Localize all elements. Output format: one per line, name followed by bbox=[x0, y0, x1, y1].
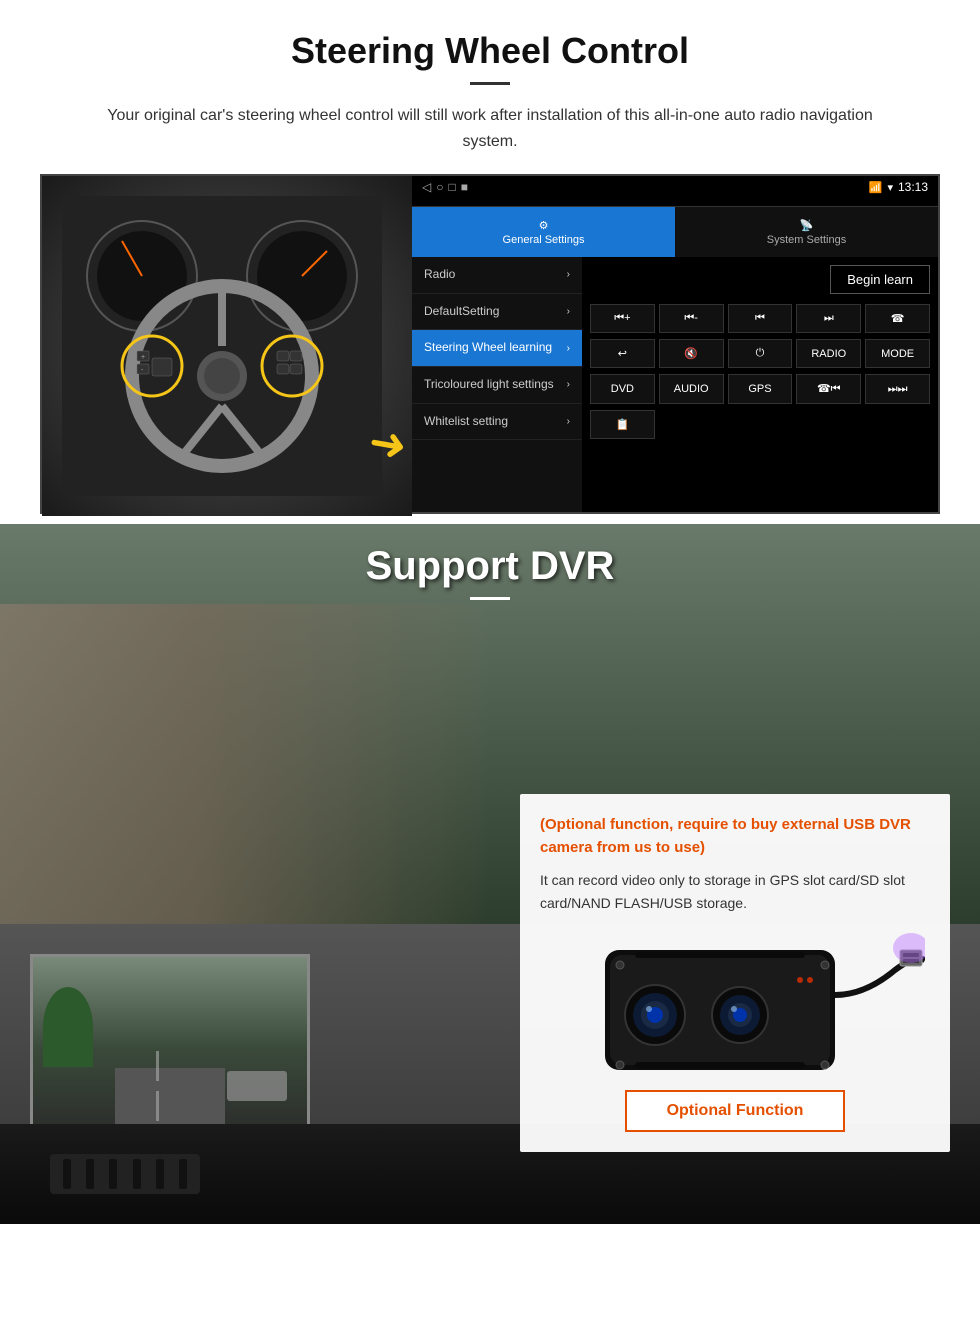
ctrl-vol-up[interactable]: ⏮+ bbox=[590, 304, 655, 333]
android-settings-ui: ◁ ○ □ ■ 📶 ▾ 13:13 ⚙ General Settings 📡 bbox=[412, 176, 938, 512]
dvr-section: Support DVR bbox=[0, 524, 980, 1324]
ctrl-call[interactable]: ☎ bbox=[865, 304, 930, 333]
steering-photo-background: + - ➜ bbox=[42, 176, 412, 516]
vent-slot-1 bbox=[63, 1159, 71, 1189]
menu-steering-label: Steering Wheel learning bbox=[424, 340, 552, 356]
ctrl-vol-down[interactable]: ⏮- bbox=[659, 304, 724, 333]
control-grid-row2: ↩ 🔇 ⏻ RADIO MODE bbox=[590, 339, 930, 368]
chevron-right-icon-4: › bbox=[567, 378, 570, 391]
vent-slot-2 bbox=[86, 1159, 94, 1189]
svg-text:+: + bbox=[141, 354, 145, 361]
android-nav-bar bbox=[412, 198, 938, 207]
ctrl-dvd[interactable]: DVD bbox=[590, 374, 655, 404]
menu-item-radio[interactable]: Radio › bbox=[412, 257, 582, 294]
steering-controls-panel: Begin learn ⏮+ ⏮- ⏮ ⏭ ☎ ↩ 🔇 ⏻ bbox=[582, 257, 938, 512]
time-display: 13:13 bbox=[898, 180, 928, 194]
page-title: Steering Wheel Control bbox=[40, 30, 940, 72]
dvr-background: Support DVR bbox=[0, 524, 980, 1224]
menu-item-tricoloured[interactable]: Tricoloured light settings › bbox=[412, 367, 582, 404]
system-icon: 📡 bbox=[800, 219, 814, 232]
chevron-right-icon-3: › bbox=[567, 342, 570, 355]
nav-back-icon: ◁ bbox=[422, 180, 431, 194]
ctrl-power[interactable]: ⏻ bbox=[728, 339, 793, 368]
dashboard-vent bbox=[50, 1154, 200, 1194]
ctrl-hangup[interactable]: ↩ bbox=[590, 339, 655, 368]
dvr-title-divider bbox=[470, 597, 510, 600]
control-grid-row3: DVD AUDIO GPS ☎⏮ ⏭⏭ bbox=[590, 374, 930, 404]
menu-item-steering-wheel-learning[interactable]: Steering Wheel learning › bbox=[412, 330, 582, 367]
ctrl-mode[interactable]: MODE bbox=[865, 339, 930, 368]
vent-slot-6 bbox=[179, 1159, 187, 1189]
steering-section: Steering Wheel Control Your original car… bbox=[0, 0, 980, 514]
menu-radio-label: Radio bbox=[424, 267, 455, 283]
dvr-camera-area bbox=[540, 930, 930, 1080]
menu-item-whitelist[interactable]: Whitelist setting › bbox=[412, 404, 582, 441]
ctrl-prev[interactable]: ⏮ bbox=[728, 304, 793, 333]
nav-recents-icon: □ bbox=[448, 180, 455, 194]
settings-tabs: ⚙ General Settings 📡 System Settings bbox=[412, 207, 938, 257]
nav-home-icon: ○ bbox=[436, 180, 443, 194]
vent-slot-3 bbox=[109, 1159, 117, 1189]
ctrl-radio[interactable]: RADIO bbox=[796, 339, 861, 368]
dvr-cars-element bbox=[227, 1071, 287, 1101]
dvr-camera-svg bbox=[545, 930, 925, 1080]
menu-whitelist-label: Whitelist setting bbox=[424, 414, 508, 430]
tab-system-settings[interactable]: 📡 System Settings bbox=[675, 207, 938, 257]
menu-tricoloured-label: Tricoloured light settings bbox=[424, 377, 554, 393]
road-marking bbox=[156, 1051, 159, 1081]
vent-slot-4 bbox=[133, 1159, 141, 1189]
chevron-right-icon-2: › bbox=[567, 305, 570, 318]
road-marking-2 bbox=[156, 1091, 159, 1121]
menu-item-defaultsetting[interactable]: DefaultSetting › bbox=[412, 294, 582, 331]
nav-menu-icon: ■ bbox=[461, 180, 468, 194]
ctrl-call-prev[interactable]: ☎⏮ bbox=[796, 374, 861, 404]
steering-wheel-svg: + - bbox=[62, 196, 382, 496]
dvr-optional-notice: (Optional function, require to buy exter… bbox=[540, 814, 930, 859]
steering-wheel-image: + - ➜ bbox=[42, 176, 412, 516]
tab-general-settings[interactable]: ⚙ General Settings bbox=[412, 207, 675, 257]
menu-list: Radio › DefaultSetting › Steering Wheel … bbox=[412, 257, 938, 512]
control-grid-row1: ⏮+ ⏮- ⏮ ⏭ ☎ bbox=[590, 304, 930, 333]
android-mockup: + - ➜ ◁ ○ □ bbox=[40, 174, 940, 514]
optional-function-button[interactable]: Optional Function bbox=[625, 1090, 845, 1132]
control-grid-row4: 📋 bbox=[590, 410, 930, 439]
settings-menu-left: Radio › DefaultSetting › Steering Wheel … bbox=[412, 257, 582, 512]
dvr-section-title: Support DVR bbox=[0, 544, 980, 589]
yellow-arrow-icon: ➜ bbox=[366, 418, 411, 469]
dvr-tree-element bbox=[43, 987, 93, 1067]
tab-general-label: General Settings bbox=[503, 234, 585, 246]
dvr-thumb-inner bbox=[33, 957, 307, 1141]
dvr-thumbnail-image bbox=[30, 954, 310, 1144]
ctrl-extra[interactable]: 📋 bbox=[590, 410, 655, 439]
chevron-right-icon: › bbox=[567, 268, 570, 281]
ctrl-audio[interactable]: AUDIO bbox=[659, 374, 724, 404]
begin-learn-button[interactable]: Begin learn bbox=[830, 265, 930, 294]
ctrl-mute[interactable]: 🔇 bbox=[659, 339, 724, 368]
dvr-info-card: (Optional function, require to buy exter… bbox=[520, 794, 950, 1152]
dvr-title-area: Support DVR bbox=[0, 544, 980, 600]
ctrl-next[interactable]: ⏭ bbox=[796, 304, 861, 333]
wifi-icon: ▾ bbox=[887, 181, 893, 194]
menu-default-label: DefaultSetting bbox=[424, 304, 499, 320]
section-description: Your original car's steering wheel contr… bbox=[90, 103, 890, 154]
signal-icon: 📶 bbox=[869, 181, 883, 194]
dvr-description: It can record video only to storage in G… bbox=[540, 869, 930, 914]
begin-learn-row: Begin learn bbox=[590, 265, 930, 294]
title-divider bbox=[470, 82, 510, 85]
ctrl-gps[interactable]: GPS bbox=[728, 374, 793, 404]
vent-slot-5 bbox=[156, 1159, 164, 1189]
chevron-right-icon-5: › bbox=[567, 415, 570, 428]
gear-icon: ⚙ bbox=[539, 219, 549, 232]
tab-system-label: System Settings bbox=[767, 234, 846, 246]
ctrl-next-next[interactable]: ⏭⏭ bbox=[865, 374, 930, 404]
status-bar: ◁ ○ □ ■ 📶 ▾ 13:13 bbox=[412, 176, 938, 198]
